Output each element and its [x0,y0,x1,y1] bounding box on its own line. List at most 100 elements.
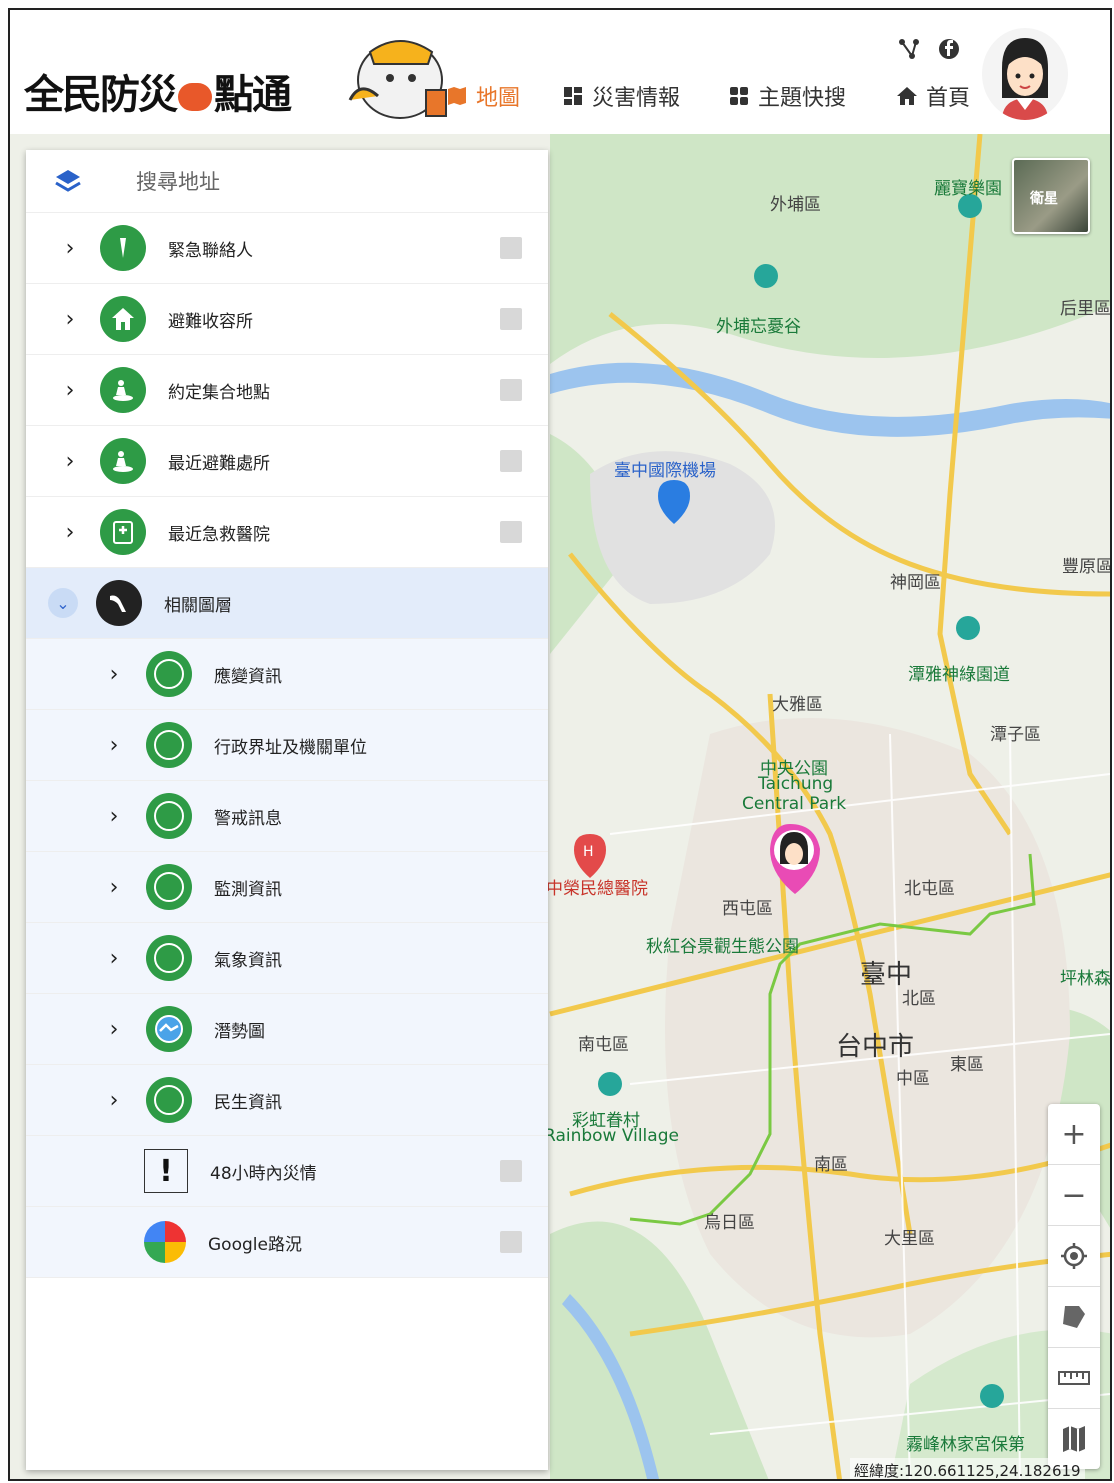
ruler-icon [1058,1371,1090,1385]
zoom-out-button[interactable]: − [1048,1165,1100,1226]
chevron-right-icon[interactable]: › [104,1088,124,1113]
layers-dark-icon [96,580,142,626]
map-label: Taichung [758,774,834,794]
map-label: 北區 [902,989,936,1009]
map-fold-icon [1063,1426,1085,1452]
exclamation-icon: ! [144,1149,188,1193]
chevron-right-icon[interactable]: › [60,307,80,332]
search-input[interactable]: 搜尋地址 [136,166,220,196]
shelter-icon [100,438,146,484]
map-label: 烏日區 [704,1213,755,1233]
sub-layer-potential-map[interactable]: › 潛勢圖 [26,994,548,1065]
search-bar[interactable]: 搜尋地址 [26,150,548,213]
layer-item-label: 約定集合地點 [168,382,270,403]
layer-item-label: Google路況 [208,1234,302,1255]
layer-checkbox[interactable] [500,1160,522,1182]
layer-checkbox[interactable] [500,450,522,472]
map-label: 潭雅神綠園道 [908,665,1010,685]
share-network-icon[interactable] [898,38,920,60]
locate-button[interactable] [1048,1226,1100,1287]
layer-item-nearest-hospital[interactable]: › 最近急救醫院 [26,497,548,568]
sub-layer-admin-boundary[interactable]: › 行政界址及機關單位 [26,710,548,781]
layer-item-gathering-point[interactable]: › 約定集合地點 [26,355,548,426]
chevron-right-icon[interactable]: › [104,946,124,971]
layer-item-label: 緊急聯絡人 [168,240,253,261]
crosshair-icon [1061,1243,1087,1269]
nav-disaster-info[interactable]: 災害情報 [562,80,680,112]
map-label: 南屯區 [578,1035,629,1055]
sub-layer-monitoring-info[interactable]: › 監測資訊 [26,852,548,923]
map-label: 中榮民總醫院 [546,879,648,899]
nav-map[interactable]: 地圖 [446,80,520,112]
layer-group-icon [146,722,192,768]
hospital-icon [100,509,146,555]
layer-group-icon [146,864,192,910]
chevron-right-icon[interactable]: › [104,804,124,829]
map-label: 后里區 [1060,299,1111,319]
chevron-right-icon[interactable]: › [60,520,80,545]
sub-layer-response-info[interactable]: › 應變資訊 [26,639,548,710]
layer-group-icon [146,793,192,839]
map-label: 神岡區 [890,573,941,593]
chevron-right-icon[interactable]: › [104,1017,124,1042]
area-icon [1063,1306,1085,1328]
nav-home[interactable]: 首頁 [896,80,970,112]
layer-item-related-layers[interactable]: ⌄ 相關圖層 [26,568,548,639]
map-icon [448,87,466,105]
sub-layer-label: 警戒訊息 [214,808,282,829]
satellite-toggle[interactable]: 衛星 [1012,158,1090,234]
layer-checkbox[interactable] [500,308,522,330]
sub-layer-label: 行政界址及機關單位 [214,737,367,758]
sub-layer-alert-info[interactable]: › 警戒訊息 [26,781,548,852]
chevron-right-icon[interactable]: › [104,662,124,687]
layer-item-shelter[interactable]: › 避難收容所 [26,284,548,355]
chevron-right-icon[interactable]: › [60,378,80,403]
layers-icon[interactable] [48,167,88,195]
layer-item-nearest-shelter[interactable]: › 最近避難處所 [26,426,548,497]
layer-item-emergency-contact[interactable]: › 緊急聯絡人 [26,213,548,284]
zoom-in-button[interactable]: + [1048,1104,1100,1165]
chevron-down-icon[interactable]: ⌄ [48,588,78,618]
gathering-icon [100,367,146,413]
facebook-icon[interactable] [938,38,960,60]
phone-icon [100,225,146,271]
layer-item-google-traffic[interactable]: Google路況 [26,1207,548,1278]
chevron-right-icon[interactable]: › [104,875,124,900]
layer-item-label: 避難收容所 [168,311,253,332]
chevron-right-icon[interactable]: › [104,733,124,758]
layer-group-icon [146,935,192,981]
apps-icon [730,87,748,105]
layer-item-label: 最近急救醫院 [168,524,270,545]
sub-layer-label: 潛勢圖 [214,1021,265,1042]
measure-area-button[interactable] [1048,1287,1100,1348]
mascot-icon [348,40,447,119]
measure-distance-button[interactable] [1048,1348,1100,1409]
layer-group-icon [146,651,192,697]
map-label: 中區 [896,1069,930,1089]
logo-hand-icon [178,83,212,111]
map-label: 台中市 [836,1032,915,1062]
map-label: 大雅區 [772,695,823,715]
sub-layer-weather-info[interactable]: › 氣象資訊 [26,923,548,994]
sub-layer-label: 監測資訊 [214,879,282,900]
map-label: 秋紅谷景觀生態公園 [646,937,799,957]
layer-checkbox[interactable] [500,237,522,259]
layer-item-label: 最近避難處所 [168,453,270,474]
nav-topic-search[interactable]: 主題快搜 [728,80,846,112]
chevron-right-icon[interactable]: › [60,449,80,474]
layer-item-label: 48小時內災情 [210,1163,317,1184]
sub-layer-livelihood-info[interactable]: › 民生資訊 [26,1065,548,1136]
layer-checkbox[interactable] [500,1231,522,1253]
nav-home-label: 首頁 [926,86,971,111]
nav-map-label: 地圖 [476,86,521,111]
chevron-right-icon[interactable]: › [60,236,80,261]
map-label: 麗寶樂園 [934,179,1002,199]
layer-checkbox[interactable] [500,521,522,543]
layer-checkbox[interactable] [500,379,522,401]
layer-item-48h-disaster[interactable]: ! 48小時內災情 [26,1136,548,1207]
user-avatar[interactable] [982,28,1068,120]
map-label: Rainbow Village [544,1126,679,1146]
logo-text-2: 點通 [214,72,292,118]
nav-disaster-info-label: 災害情報 [592,86,681,111]
app-logo[interactable]: 全民防災 點通 [24,62,292,120]
